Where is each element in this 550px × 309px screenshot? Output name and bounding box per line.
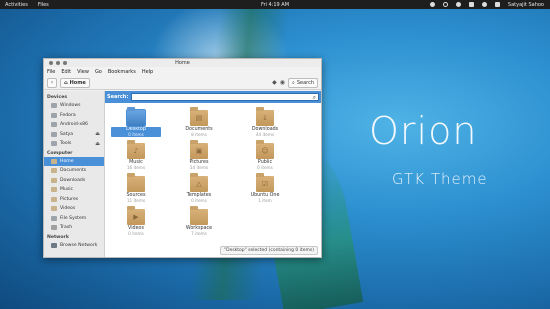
file-item-videos[interactable]: ▶ Videos 0 items (111, 206, 161, 236)
eject-icon[interactable]: ⏏ (95, 131, 100, 137)
window-title: Home (175, 60, 190, 66)
search-label: Search: (107, 94, 129, 100)
app-menu-files[interactable]: Files (38, 2, 49, 8)
search-field[interactable]: ⌕ (131, 93, 319, 111)
folder-icon (51, 187, 57, 193)
file-item-ubuntu-one[interactable]: ☑ Ubuntu One 1 item (240, 173, 290, 203)
display-icon[interactable] (429, 2, 435, 7)
search-icon: ⌕ (312, 94, 316, 101)
folder-icon (51, 206, 57, 212)
theme-subtitle: GTK Theme (392, 170, 488, 188)
trash-icon (51, 225, 57, 231)
search-icon: ⌕ (292, 79, 295, 86)
menu-go[interactable]: Go (95, 69, 102, 75)
folder-icon (190, 206, 208, 225)
user-menu[interactable]: Satyajit Sahoo (508, 2, 544, 8)
menu-help[interactable]: Help (142, 69, 153, 75)
menu-edit[interactable]: Edit (61, 69, 71, 75)
status-bar: "Desktop" selected (containing 0 items) (220, 246, 318, 255)
search-bar: Search: ⌕ (105, 91, 321, 111)
drive-icon (51, 103, 57, 109)
sidebar-item-fedora[interactable]: Fedora (44, 111, 104, 121)
file-item-sources[interactable]: Sources 11 items (111, 173, 161, 203)
menu-file[interactable]: File (47, 69, 55, 75)
search-button[interactable]: ⌕ Search (288, 77, 318, 88)
theme-title: Orion (369, 109, 478, 153)
location-label: Home (69, 79, 86, 86)
sidebar-header-network: Network (47, 234, 69, 240)
sidebar-item-android-x86[interactable]: Android-x86 (44, 120, 104, 130)
sidebar-item-windows[interactable]: Windows (44, 101, 104, 111)
folder-icon (51, 196, 57, 202)
music-folder-icon: ♪ (127, 140, 145, 159)
drive-icon (51, 122, 57, 128)
places-sidebar: Devices Windows Fedora Android-x86 Satya… (44, 91, 105, 257)
sidebar-item-satya[interactable]: Satya ⏏ (44, 130, 104, 140)
back-button[interactable]: ‹ (47, 77, 57, 88)
minimize-window-button[interactable] (56, 61, 60, 65)
drive-icon (51, 112, 57, 118)
close-window-button[interactable] (49, 61, 53, 65)
activities-button[interactable]: Activities (5, 2, 28, 8)
sidebar-item-documents[interactable]: Documents (44, 166, 104, 176)
file-item-public[interactable]: ☺ Public 0 items (240, 140, 290, 170)
toolbar: ‹ ⌂ Home ◆ ◉ ⌕ Search (44, 76, 321, 90)
file-item-workspace[interactable]: Workspace 7 items (174, 206, 224, 236)
file-item-templates[interactable]: △ Templates 0 items (174, 173, 224, 203)
drive-icon (51, 131, 57, 137)
file-manager-window: Home File Edit View Go Bookmarks Help ‹ … (43, 58, 322, 258)
view-options-icon[interactable]: ◆ (272, 79, 277, 86)
sidebar-item-home[interactable]: Home (44, 156, 104, 166)
location-home-button[interactable]: ⌂ Home (60, 77, 90, 88)
sidebar-item-downloads[interactable]: Downloads (44, 176, 104, 186)
ubuntu-one-folder-icon: ☑ (256, 173, 274, 192)
folder-icon (127, 173, 145, 192)
bluetooth-icon[interactable] (468, 2, 474, 7)
battery-icon[interactable] (494, 2, 500, 7)
top-panel: Activities Files Fri 4:19 AM Satyajit Sa… (0, 0, 550, 9)
sidebar-item-tools[interactable]: Tools ⏏ (44, 139, 104, 149)
sidebar-item-videos[interactable]: Videos (44, 204, 104, 214)
wifi-icon[interactable] (481, 2, 487, 7)
public-folder-icon: ☺ (256, 140, 274, 159)
volume-icon[interactable] (455, 2, 461, 7)
folder-icon (51, 168, 57, 174)
pictures-folder-icon: ▣ (190, 140, 208, 159)
maximize-window-button[interactable] (63, 61, 67, 65)
sidebar-item-file-system[interactable]: File System (44, 214, 104, 224)
file-item-desktop[interactable]: Desktop 0 items (111, 107, 161, 137)
zoom-icon[interactable]: ◉ (280, 79, 285, 86)
templates-folder-icon: △ (190, 173, 208, 192)
sidebar-header-computer: Computer (47, 150, 73, 156)
documents-folder-icon: ▤ (190, 107, 208, 126)
network-icon[interactable] (442, 2, 448, 7)
file-item-downloads[interactable]: ↓ Downloads 44 items (240, 107, 290, 137)
drive-icon (51, 141, 57, 147)
downloads-folder-icon: ↓ (256, 107, 274, 126)
sidebar-item-music[interactable]: Music (44, 185, 104, 195)
eject-icon[interactable]: ⏏ (95, 141, 100, 147)
network-icon (51, 242, 57, 248)
drive-icon (51, 215, 57, 221)
file-item-documents[interactable]: ▤ Documents 8 items (174, 107, 224, 137)
file-view: Search: ⌕ Desktop 0 items ▤ Documents 8 … (105, 91, 321, 257)
menu-view[interactable]: View (77, 69, 89, 75)
sidebar-item-browse-network[interactable]: Browse Network (44, 241, 104, 251)
clock[interactable]: Fri 4:19 AM (261, 2, 289, 8)
home-icon: ⌂ (64, 79, 68, 86)
home-folder-icon (51, 158, 57, 164)
window-titlebar[interactable]: Home (44, 59, 321, 67)
menu-bookmarks[interactable]: Bookmarks (108, 69, 136, 75)
file-item-pictures[interactable]: ▣ Pictures 14 items (174, 140, 224, 170)
file-item-music[interactable]: ♪ Music 16 items (111, 140, 161, 170)
search-button-label: Search (296, 79, 314, 86)
videos-folder-icon: ▶ (127, 206, 145, 225)
sidebar-item-trash[interactable]: Trash (44, 223, 104, 233)
sidebar-item-pictures[interactable]: Pictures (44, 195, 104, 205)
folder-icon (51, 177, 57, 183)
menubar: File Edit View Go Bookmarks Help (44, 67, 321, 76)
desktop-folder-icon (126, 107, 146, 127)
sidebar-header-devices: Devices (47, 95, 68, 100)
